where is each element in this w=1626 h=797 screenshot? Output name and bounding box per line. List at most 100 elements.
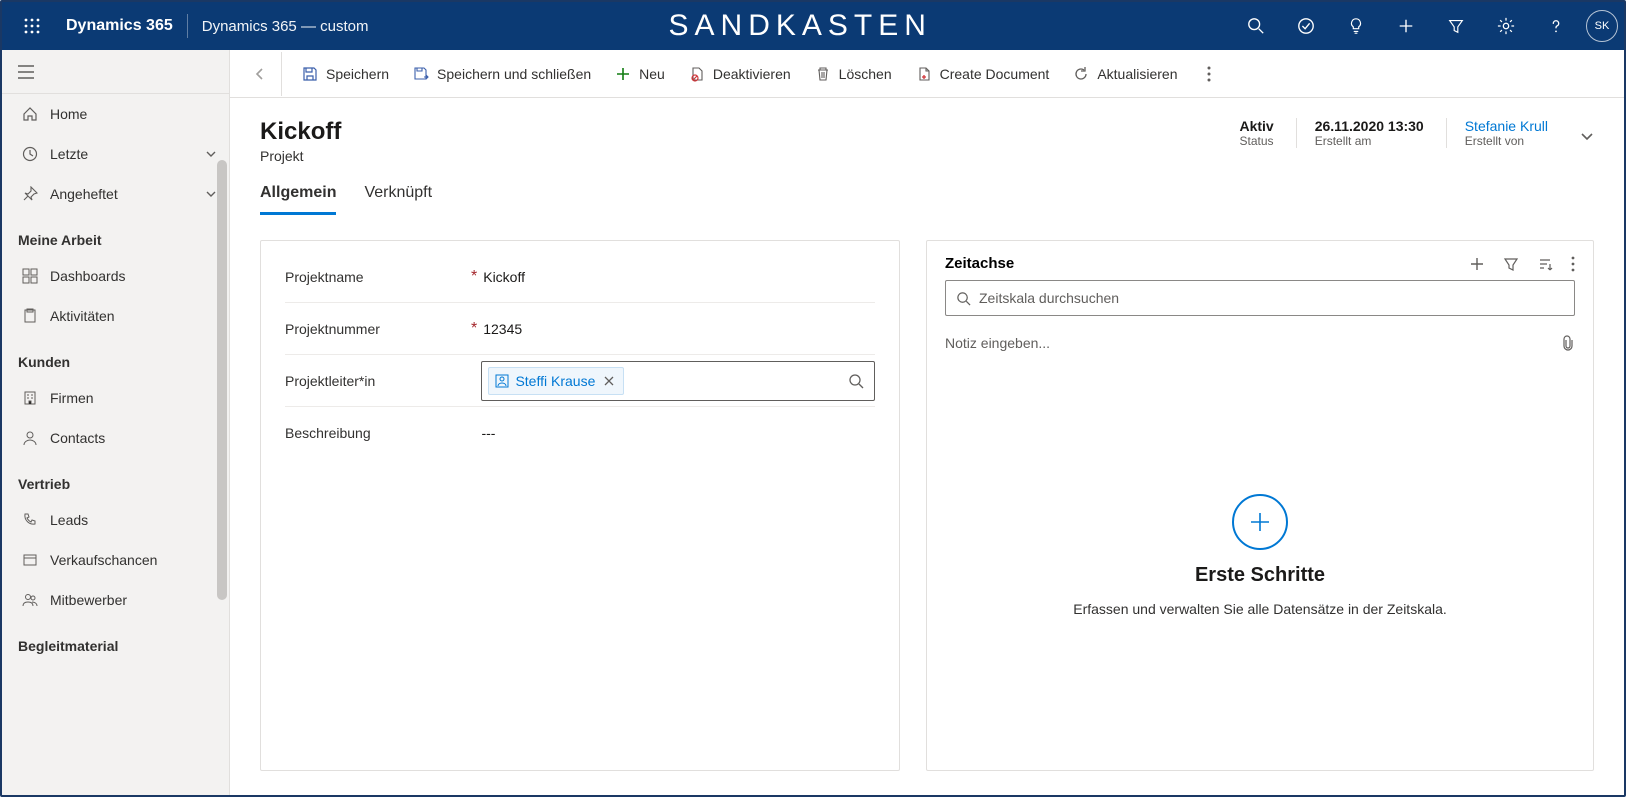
back-button[interactable]: [238, 52, 282, 96]
cmd-save-close-label: Speichern und schließen: [437, 66, 591, 82]
task-icon: [1297, 17, 1315, 35]
projectlead-search[interactable]: [844, 373, 868, 389]
nav-dashboards[interactable]: Dashboards: [2, 256, 229, 296]
status-value: Aktiv: [1239, 118, 1273, 134]
tab-related[interactable]: Verknüpft: [364, 184, 432, 215]
timeline-empty-title: Erste Schritte: [1195, 564, 1325, 587]
cmd-refresh[interactable]: Aktualisieren: [1063, 56, 1187, 92]
nav-dashboards-label: Dashboards: [42, 268, 217, 284]
tab-general[interactable]: Allgemein: [260, 184, 336, 215]
cmd-delete[interactable]: Löschen: [805, 56, 902, 92]
projectnumber-label: Projektnummer: [285, 321, 465, 337]
new-button[interactable]: [1382, 2, 1430, 50]
nav-home[interactable]: Home: [2, 94, 229, 134]
projectlead-remove[interactable]: [601, 375, 617, 387]
sidebar-scrollbar[interactable]: [217, 160, 227, 600]
required-marker: *: [465, 320, 483, 338]
plus-icon: [615, 66, 631, 82]
record-title: Kickoff: [260, 118, 341, 146]
nav-leads-label: Leads: [42, 512, 217, 528]
timeline-search[interactable]: Zeitskala durchsuchen: [945, 280, 1575, 316]
sort-icon: [1537, 256, 1553, 272]
help-icon: [1547, 17, 1565, 35]
projectname-value[interactable]: Kickoff: [483, 269, 875, 285]
paperclip-icon: [1561, 335, 1575, 351]
cmd-new-label: Neu: [639, 66, 665, 82]
command-bar: Speichern Speichern und schließen Neu De…: [230, 50, 1624, 98]
timeline-more[interactable]: [1571, 256, 1575, 272]
cmd-overflow[interactable]: [1191, 66, 1227, 82]
close-icon: [603, 375, 615, 387]
nav-accounts[interactable]: Firmen: [2, 378, 229, 418]
projectlead-tag[interactable]: Steffi Krause: [488, 367, 624, 395]
phone-icon: [18, 512, 42, 528]
nav-leads[interactable]: Leads: [2, 500, 229, 540]
record-header: Kickoff Projekt Aktiv Status 26.11.2020 …: [230, 98, 1624, 164]
timeline-attach[interactable]: [1561, 335, 1575, 351]
search-icon: [848, 373, 864, 389]
creator-label: Erstellt von: [1465, 134, 1548, 148]
nav-competitors[interactable]: Mitbewerber: [2, 580, 229, 620]
global-topbar: Dynamics 365 Dynamics 365 — custom SANDK…: [2, 2, 1624, 50]
timeline-title: Zeitachse: [945, 255, 1469, 272]
creator-value[interactable]: Stefanie Krull: [1465, 118, 1548, 134]
help-button[interactable]: [1532, 2, 1580, 50]
cmd-create-document[interactable]: Create Document: [906, 56, 1060, 92]
refresh-icon: [1073, 66, 1089, 82]
user-avatar[interactable]: SK: [1586, 10, 1618, 42]
nav-recent-label: Letzte: [42, 146, 205, 162]
sidebar-toggle[interactable]: [2, 50, 229, 94]
nav-group-customers: Kunden: [2, 336, 229, 378]
filter-button[interactable]: [1432, 2, 1480, 50]
settings-button[interactable]: [1482, 2, 1530, 50]
brand-label: Dynamics 365: [56, 17, 187, 35]
more-vertical-icon: [1571, 256, 1575, 272]
chevron-down-icon: [205, 188, 217, 200]
funnel-icon: [1447, 17, 1465, 35]
funnel-icon: [1503, 256, 1519, 272]
app-launcher-button[interactable]: [8, 2, 56, 50]
cmd-create-document-label: Create Document: [940, 66, 1050, 82]
cmd-delete-label: Löschen: [839, 66, 892, 82]
topbar-tools: SK: [1232, 2, 1618, 50]
plus-icon: [1397, 17, 1415, 35]
cmd-new[interactable]: Neu: [605, 56, 675, 92]
cmd-save-label: Speichern: [326, 66, 389, 82]
nav-competitors-label: Mitbewerber: [42, 592, 217, 608]
record-subtitle: Projekt: [260, 148, 341, 164]
nav-opportunities[interactable]: Verkaufschancen: [2, 540, 229, 580]
clipboard-icon: [18, 308, 42, 324]
nav-accounts-label: Firmen: [42, 390, 217, 406]
nav-contacts-label: Contacts: [42, 430, 217, 446]
main-area: Speichern Speichern und schließen Neu De…: [230, 50, 1624, 795]
nav-recent[interactable]: Letzte: [2, 134, 229, 174]
cmd-deactivate[interactable]: Deaktivieren: [679, 56, 801, 92]
ideas-button[interactable]: [1332, 2, 1380, 50]
cmd-save-close[interactable]: Speichern und schließen: [403, 56, 601, 92]
search-icon: [956, 291, 971, 306]
projectnumber-value[interactable]: 12345: [483, 321, 875, 337]
timeline-empty-text: Erfassen und verwalten Sie alle Datensät…: [1073, 601, 1447, 617]
person-icon: [18, 430, 42, 446]
trash-icon: [815, 66, 831, 82]
timeline-empty-add[interactable]: [1232, 494, 1288, 550]
timeline-add[interactable]: [1469, 256, 1485, 272]
environment-label: SANDKASTEN: [368, 9, 1232, 43]
nav-contacts[interactable]: Contacts: [2, 418, 229, 458]
search-button[interactable]: [1232, 2, 1280, 50]
nav-pinned[interactable]: Angeheftet: [2, 174, 229, 214]
timeline-note-input[interactable]: Notiz eingeben...: [945, 322, 1575, 364]
nav-activities[interactable]: Aktivitäten: [2, 296, 229, 336]
timeline-filter[interactable]: [1503, 256, 1519, 272]
header-expand[interactable]: [1570, 123, 1594, 143]
task-button[interactable]: [1282, 2, 1330, 50]
cmd-deactivate-label: Deaktivieren: [713, 66, 791, 82]
contact-icon: [495, 374, 509, 388]
cmd-save[interactable]: Speichern: [292, 56, 399, 92]
save-close-icon: [413, 66, 429, 82]
form-card: Projektname * Kickoff Projektnummer * 12…: [260, 240, 900, 771]
description-value[interactable]: ---: [481, 425, 875, 441]
projectlead-lookup[interactable]: Steffi Krause: [481, 361, 875, 401]
required-spacer: [465, 372, 481, 390]
timeline-sort[interactable]: [1537, 256, 1553, 272]
